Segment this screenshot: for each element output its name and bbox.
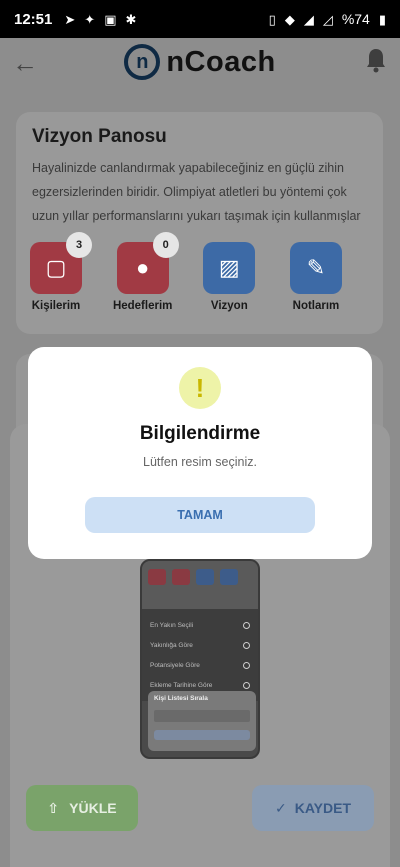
image-icon: ▨ (203, 242, 256, 294)
upload-icon: ⇧ (47, 799, 60, 816)
phone-sheet-title: Kişi Listesi Sırala (154, 695, 208, 702)
info-dialog: ! Bilgilendirme Lütfen resim seçiniz. TA… (28, 347, 372, 559)
wifi-icon: ◆ (284, 11, 295, 27)
status-time: 12:51 (14, 10, 53, 28)
back-arrow-icon[interactable]: ← (12, 48, 38, 79)
mini-tile (196, 569, 214, 585)
list-item: En Yakın Seçili (150, 615, 250, 635)
vision-board-title: Vizyon Panosu (32, 126, 167, 147)
bug-icon: ✱ (125, 11, 137, 27)
tile-label: Kişilerim (31, 300, 81, 312)
tile-hedeflerim[interactable]: ● 0 Hedeflerim (112, 232, 179, 312)
twitter-icon: ✦ (84, 11, 96, 27)
vibrate-icon: ▯ (268, 11, 276, 27)
upload-button[interactable]: ⇧ YÜKLE (26, 785, 138, 831)
edit-note-icon: ✎ (289, 242, 342, 294)
mini-tile (220, 569, 238, 585)
app-logo: n nCoach (124, 44, 275, 80)
exclamation-icon: ! (179, 367, 221, 409)
save-button[interactable]: ✓ KAYDET (252, 785, 374, 831)
tile-label: Vizyon (210, 300, 248, 312)
mini-tile (172, 569, 190, 585)
phone-preview-sheet: Kişi Listesi Sırala (148, 691, 256, 751)
list-item: Potansiyele Göre (150, 655, 250, 675)
list-item: Yakınlığa Göre (150, 635, 250, 655)
goals-badge: 0 (152, 232, 179, 258)
check-icon: ✓ (274, 799, 287, 816)
signal-icon: ◢ (303, 11, 314, 27)
phone-sheet-input (154, 710, 250, 722)
status-bar: 12:51 ➤ ✦ ▣ ✱ ▯ ◆ ◢ ◿ %74 ▮ (0, 0, 400, 38)
tile-kisilerim[interactable]: ▢ 3 Kişilerim (26, 232, 92, 312)
phone-preview-list: En Yakın Seçili Yakınlığa Göre Potansiye… (142, 609, 258, 701)
logo-text: nCoach (166, 45, 276, 78)
image-icon: ▣ (104, 11, 117, 27)
phone-preview-image: En Yakın Seçili Yakınlığa Göre Potansiye… (140, 559, 260, 759)
tile-notlarim[interactable]: ✎ Notlarım (286, 242, 346, 312)
save-label: KAYDET (294, 800, 351, 816)
dialog-title: Bilgilendirme (139, 423, 261, 444)
vision-board-description: Hayalinizde canlandırmak yapabileceğiniz… (32, 161, 361, 223)
phone-preview-tiles (142, 561, 258, 609)
app-bar: ← n nCoach (0, 38, 400, 86)
upload-label: YÜKLE (69, 800, 117, 816)
tile-label: Notlarım (292, 300, 340, 312)
telegram-icon: ➤ (64, 11, 76, 27)
signal-x-icon: ◿ (322, 11, 333, 27)
battery-icon: ▮ (378, 11, 386, 27)
tile-label: Hedeflerim (112, 300, 173, 312)
dialog-message: Lütfen resim seçiniz. (143, 455, 257, 469)
contacts-badge: 3 (66, 232, 92, 258)
phone-sheet-button (154, 730, 250, 740)
logo-mark: n (124, 44, 161, 80)
mini-tile (148, 569, 166, 585)
bell-icon[interactable] (364, 46, 388, 74)
tile-vizyon[interactable]: ▨ Vizyon (199, 242, 259, 312)
ok-button[interactable]: TAMAM (85, 497, 315, 533)
vision-tiles: ▢ 3 Kişilerim ● 0 Hedeflerim ▨ Vizyon ✎ … (26, 232, 346, 312)
battery-percent: %74 (341, 11, 370, 27)
